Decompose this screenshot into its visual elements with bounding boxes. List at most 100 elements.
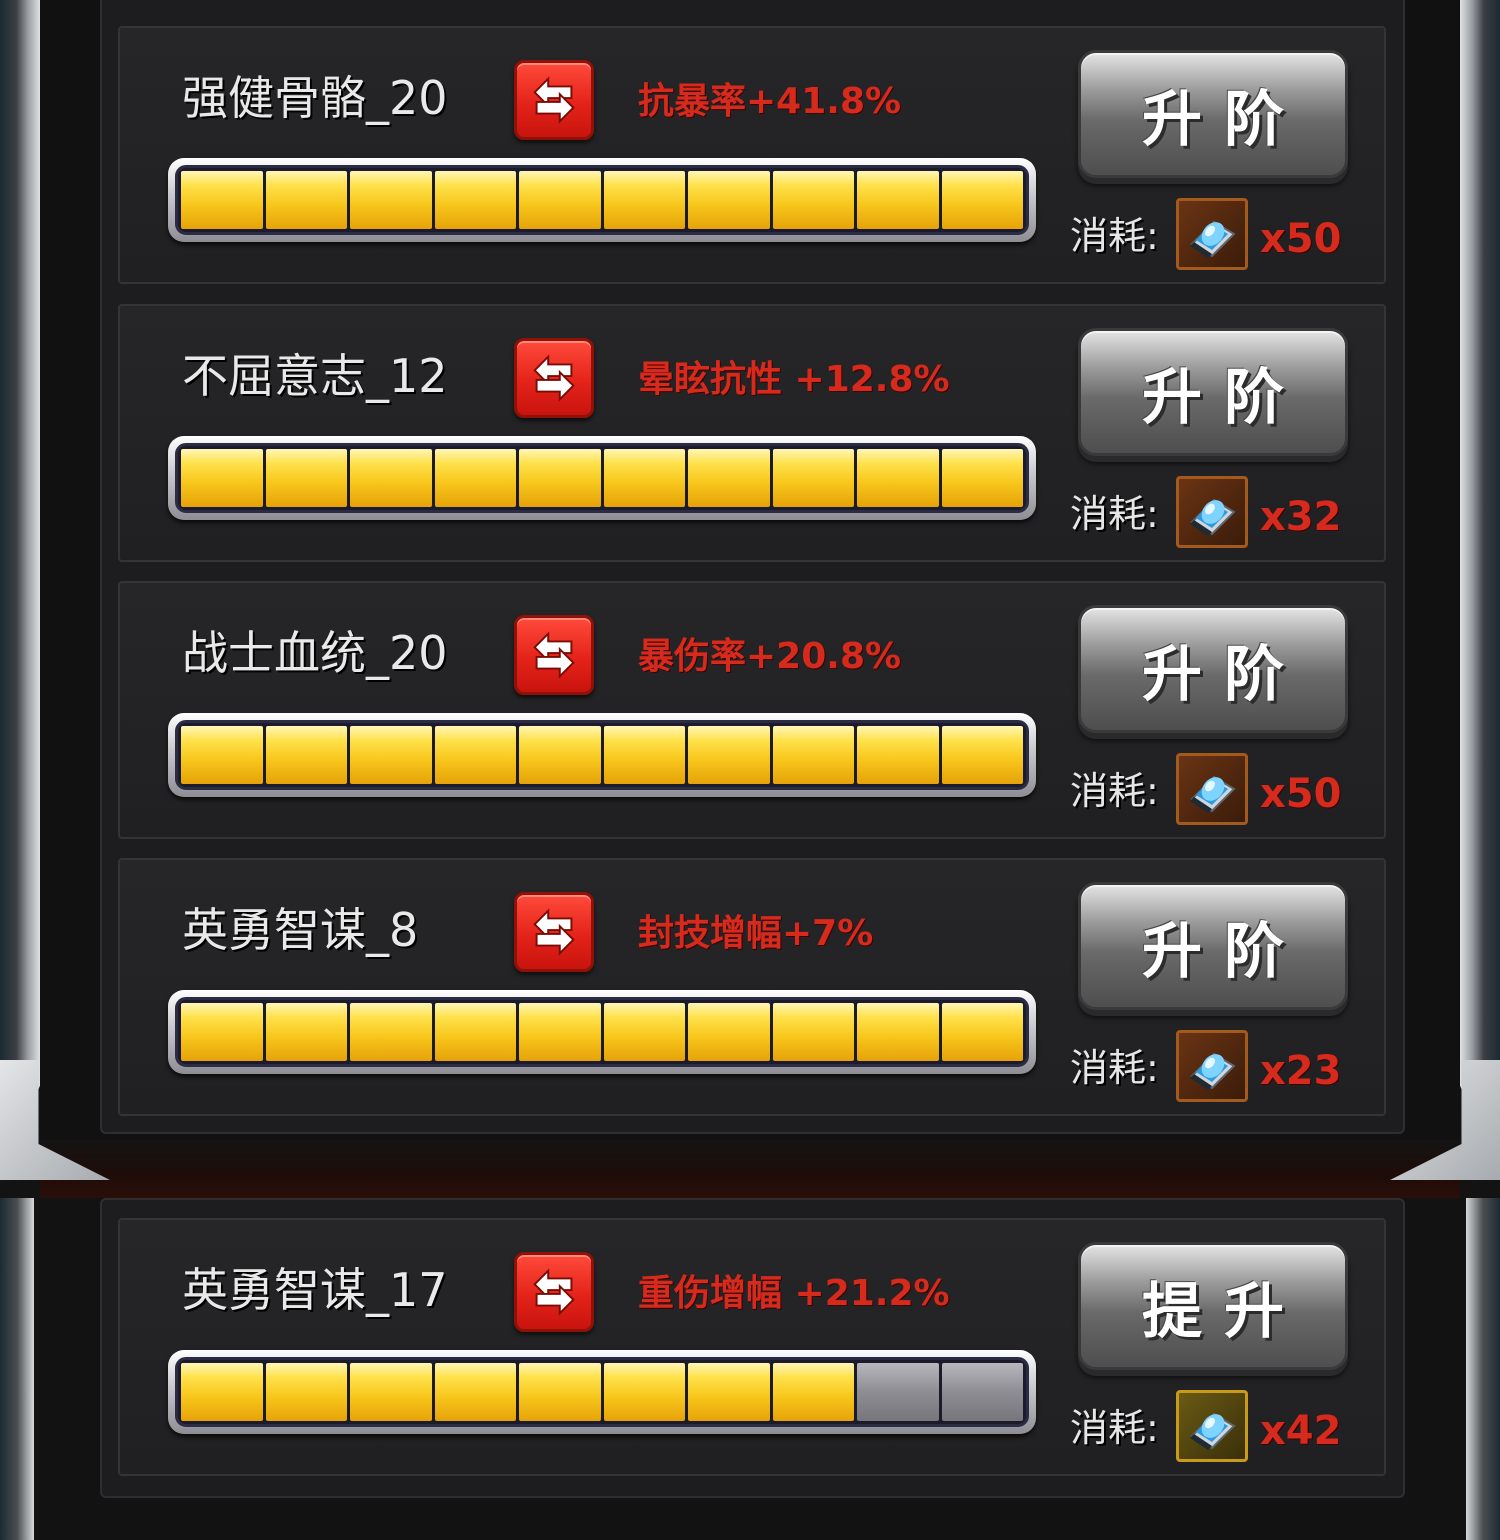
blue-crystal-book-icon <box>1190 1412 1236 1450</box>
progress-segment <box>603 1363 685 1421</box>
cost-item-slot[interactable] <box>1176 753 1248 825</box>
swap-talent-button[interactable] <box>514 60 594 140</box>
cost-count: x50 <box>1260 216 1342 262</box>
swap-arrows-icon <box>533 908 575 956</box>
progress-track <box>175 443 1029 513</box>
progress-segment <box>941 1003 1023 1061</box>
progress-segment <box>265 449 347 507</box>
progress-segment <box>350 726 432 784</box>
cost-label: 消耗: <box>1070 1406 1159 1450</box>
upgrade-button[interactable]: 升阶 <box>1078 882 1348 1010</box>
swap-arrows-icon <box>533 354 575 402</box>
progress-segment <box>519 1363 601 1421</box>
cost-item-slot[interactable] <box>1176 1030 1248 1102</box>
progress-segment <box>181 726 263 784</box>
progress-segment <box>265 1363 347 1421</box>
upgrade-button[interactable]: 升阶 <box>1078 50 1348 178</box>
talent-progress-bar <box>168 1350 1036 1434</box>
panel-floor <box>40 1140 1460 1198</box>
cost-item-slot[interactable] <box>1176 198 1248 270</box>
progress-segment <box>603 726 685 784</box>
progress-segment <box>857 449 939 507</box>
talent-bonus: 重伤增幅 +21.2% <box>638 1273 950 1314</box>
cost-item-slot[interactable] <box>1176 476 1248 548</box>
progress-segment <box>434 449 516 507</box>
talent-row: 英勇智谋_17 重伤增幅 +21.2% 提升 消耗: x42 <box>118 1218 1386 1476</box>
upgrade-button-label: 升阶 <box>1142 84 1306 155</box>
talent-row: 英勇智谋_8 封技增幅+7% 升阶 消耗: x23 <box>118 858 1386 1116</box>
talent-screen: 强健骨骼_20 抗暴率+41.8% 升阶 消耗: x50 不屈意志_12 晕眩抗… <box>0 0 1500 1540</box>
progress-segment <box>181 1363 263 1421</box>
blue-crystal-book-icon <box>1190 498 1236 536</box>
blue-crystal-book-icon <box>1190 220 1236 258</box>
progress-segment <box>603 1003 685 1061</box>
talent-progress-bar <box>168 990 1036 1074</box>
progress-segment <box>857 1003 939 1061</box>
progress-segment <box>265 1003 347 1061</box>
talent-row: 强健骨骼_20 抗暴率+41.8% 升阶 消耗: x50 <box>118 26 1386 284</box>
progress-segment <box>350 1363 432 1421</box>
cost-label: 消耗: <box>1070 214 1159 258</box>
swap-talent-button[interactable] <box>514 892 594 972</box>
progress-segment <box>603 449 685 507</box>
frame-rim-left <box>0 0 40 1180</box>
cost-count: x23 <box>1260 1048 1342 1094</box>
progress-segment <box>941 171 1023 229</box>
progress-track <box>175 720 1029 790</box>
talent-row: 不屈意志_12 晕眩抗性 +12.8% 升阶 消耗: x32 <box>118 304 1386 562</box>
cost-label: 消耗: <box>1070 1046 1159 1090</box>
progress-segment <box>772 171 854 229</box>
upgrade-button-label: 提升 <box>1142 1276 1306 1347</box>
talent-name: 战士血统_20 <box>182 626 448 680</box>
talent-name: 英勇智谋_17 <box>182 1263 448 1317</box>
talent-name: 不屈意志_12 <box>182 349 448 403</box>
frame-rim-right <box>1466 1198 1500 1540</box>
upgrade-button-label: 升阶 <box>1142 639 1306 710</box>
progress-track <box>175 997 1029 1067</box>
upgrade-button-label: 升阶 <box>1142 916 1306 987</box>
progress-segment <box>688 1003 770 1061</box>
progress-track <box>175 1357 1029 1427</box>
talent-bonus: 抗暴率+41.8% <box>638 81 902 122</box>
swap-talent-button[interactable] <box>514 615 594 695</box>
progress-segment <box>772 726 854 784</box>
progress-segment <box>434 726 516 784</box>
swap-arrows-icon <box>533 631 575 679</box>
talent-progress-bar <box>168 436 1036 520</box>
progress-track <box>175 165 1029 235</box>
talent-row: 战士血统_20 暴伤率+20.8% 升阶 消耗: x50 <box>118 581 1386 839</box>
progress-segment <box>519 449 601 507</box>
progress-segment <box>857 1363 939 1421</box>
progress-segment <box>772 1003 854 1061</box>
progress-segment <box>772 449 854 507</box>
talent-bonus: 封技增幅+7% <box>638 913 874 954</box>
progress-segment <box>603 171 685 229</box>
progress-segment <box>941 449 1023 507</box>
progress-segment <box>519 171 601 229</box>
progress-segment <box>181 171 263 229</box>
cost-label: 消耗: <box>1070 769 1159 813</box>
progress-segment <box>688 449 770 507</box>
cost-count: x42 <box>1260 1408 1342 1454</box>
talent-progress-bar <box>168 713 1036 797</box>
swap-talent-button[interactable] <box>514 1252 594 1332</box>
talent-name: 强健骨骼_20 <box>182 71 448 125</box>
cost-label: 消耗: <box>1070 492 1159 536</box>
blue-crystal-book-icon <box>1190 1052 1236 1090</box>
talent-bonus: 暴伤率+20.8% <box>638 636 902 677</box>
upgrade-button-label: 升阶 <box>1142 362 1306 433</box>
progress-segment <box>519 726 601 784</box>
upgrade-button[interactable]: 提升 <box>1078 1242 1348 1370</box>
cost-item-slot[interactable] <box>1176 1390 1248 1462</box>
upgrade-button[interactable]: 升阶 <box>1078 328 1348 456</box>
swap-arrows-icon <box>533 1268 575 1316</box>
swap-talent-button[interactable] <box>514 338 594 418</box>
progress-segment <box>688 171 770 229</box>
progress-segment <box>434 1003 516 1061</box>
cost-count: x50 <box>1260 771 1342 817</box>
progress-segment <box>688 726 770 784</box>
progress-segment <box>265 726 347 784</box>
upgrade-button[interactable]: 升阶 <box>1078 605 1348 733</box>
progress-segment <box>772 1363 854 1421</box>
progress-segment <box>181 1003 263 1061</box>
